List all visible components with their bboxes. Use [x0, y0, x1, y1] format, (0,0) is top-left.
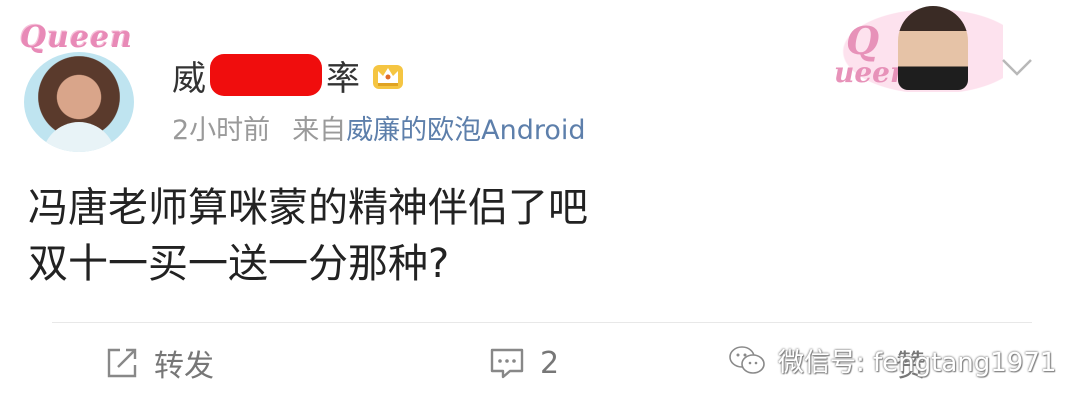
post-time: 2小时前	[172, 115, 271, 146]
card-decoration: Q ueen	[828, 2, 1003, 92]
username-prefix: 威	[172, 58, 206, 99]
post-body-text: 冯唐老师算咪蒙的精神伴侣了吧 双十一买一送一分那种?	[28, 185, 588, 287]
post-meta: 2小时前 来自威廉的欧泡Android	[172, 108, 586, 147]
username-redaction	[210, 54, 322, 96]
crown-vip-icon[interactable]	[370, 57, 406, 93]
decoration-portrait	[898, 6, 968, 90]
comment-button[interactable]: 2	[488, 338, 559, 388]
action-divider	[52, 322, 1032, 323]
weibo-post-card: Queen 威 率 2小时前 来自威廉的欧泡Android 冯唐老师算咪蒙的精神…	[0, 0, 1068, 408]
username[interactable]: 威 率	[172, 52, 406, 99]
avatar-queen-badge: Queen	[20, 20, 133, 55]
repost-button[interactable]: 转发	[104, 338, 214, 388]
username-suffix: 率	[326, 58, 360, 99]
repost-label: 转发	[154, 349, 214, 384]
avatar[interactable]	[24, 52, 134, 152]
chevron-down-icon[interactable]	[1000, 56, 1034, 78]
avatar-shirt	[42, 122, 116, 152]
wechat-icon	[729, 346, 765, 374]
post-source: 来自威廉的欧泡Android	[292, 108, 585, 147]
comment-icon	[490, 348, 524, 379]
repost-icon	[107, 348, 137, 378]
source-client-link[interactable]: 威廉的欧泡Android	[346, 115, 585, 146]
wechat-watermark: 微信号: fengtang1971	[728, 338, 1056, 382]
source-prefix: 来自	[292, 115, 347, 146]
comment-count: 2	[540, 345, 560, 381]
watermark-text: 微信号: fengtang1971	[778, 347, 1057, 378]
